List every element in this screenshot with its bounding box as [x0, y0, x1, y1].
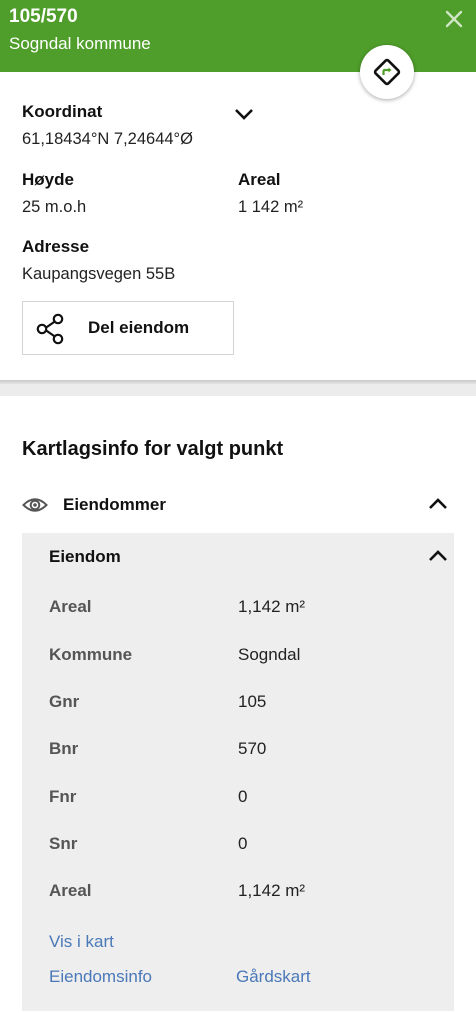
- height-label: Høyde: [22, 170, 74, 189]
- layer-name: Eiendommer: [63, 495, 166, 514]
- share-property-button[interactable]: Del eiendom: [22, 301, 234, 355]
- address-label: Adresse: [22, 237, 90, 256]
- farm-map-link[interactable]: Gårdskart: [236, 967, 311, 987]
- eye-icon[interactable]: [22, 495, 48, 515]
- municipality-subtitle: Sogndal kommune: [9, 34, 151, 53]
- close-icon: [445, 10, 463, 28]
- chevron-up-icon[interactable]: [427, 494, 449, 514]
- coordinate-value: 61,18434°N 7,24644°Ø: [22, 130, 193, 148]
- property-details-panel: Eiendom Areal 1,142 m² Kommune Sogndal G…: [22, 533, 454, 1011]
- share-button-label: Del eiendom: [88, 318, 190, 337]
- row-value-bnr: 570: [238, 739, 267, 758]
- property-id-title: 105/570: [9, 6, 78, 27]
- share-icon: [36, 313, 64, 345]
- row-value-snr: 0: [238, 834, 248, 853]
- row-value-gnr: 105: [238, 692, 267, 711]
- show-in-map-link[interactable]: Vis i kart: [49, 932, 114, 952]
- close-button[interactable]: [440, 5, 468, 33]
- layer-toggle-eiendommer[interactable]: Eiendommer: [22, 490, 454, 522]
- layer-info-title: Kartlagsinfo for valgt punkt: [22, 438, 284, 460]
- chevron-up-icon[interactable]: [427, 546, 449, 566]
- row-label-municipality: Kommune: [49, 645, 133, 664]
- property-info-link[interactable]: Eiendomsinfo: [49, 967, 152, 987]
- route-icon: [373, 58, 401, 86]
- expand-coordinates-button[interactable]: [233, 104, 255, 129]
- row-value-fnr: 0: [238, 787, 248, 806]
- section-gap: [0, 384, 476, 396]
- area-label: Areal: [238, 170, 281, 189]
- coordinate-label: Koordinat: [22, 102, 103, 121]
- height-value: 25 m.o.h: [22, 198, 87, 216]
- row-label-snr: Snr: [49, 834, 78, 853]
- row-value-municipality: Sogndal: [238, 645, 301, 664]
- row-label-gnr: Gnr: [49, 692, 80, 711]
- chevron-down-icon: [235, 109, 253, 120]
- area-value: 1 142 m²: [238, 198, 304, 216]
- row-value-area-2: 1,142 m²: [238, 881, 306, 900]
- property-panel-header[interactable]: Eiendom: [22, 533, 454, 579]
- row-value-area: 1,142 m²: [238, 597, 306, 616]
- row-label-area-2: Areal: [49, 881, 92, 900]
- row-label-fnr: Fnr: [49, 787, 77, 806]
- row-label-area: Areal: [49, 597, 92, 616]
- address-value: Kaupangsvegen 55B: [22, 265, 176, 283]
- panel-title: Eiendom: [49, 547, 121, 566]
- route-button[interactable]: [360, 45, 414, 99]
- row-label-bnr: Bnr: [49, 739, 79, 758]
